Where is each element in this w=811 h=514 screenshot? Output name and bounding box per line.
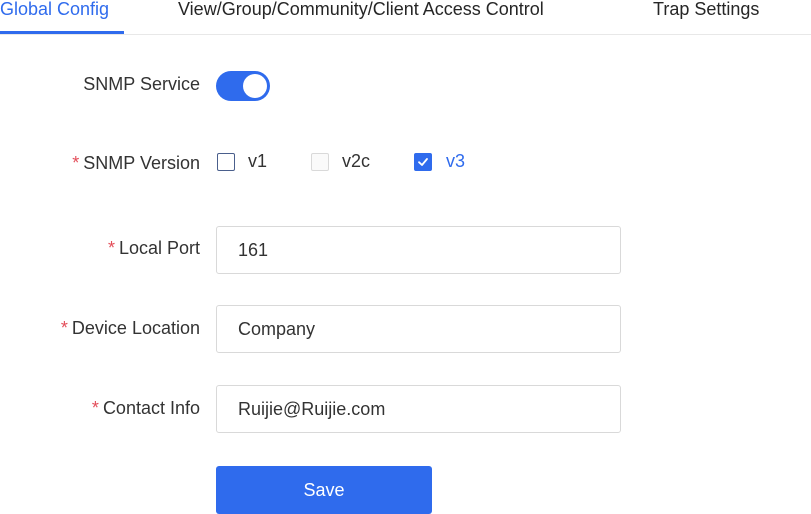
device-location-label: * Device Location (60, 318, 200, 338)
local-port-label: * Local Port (107, 238, 200, 258)
checkbox-v1[interactable] (217, 153, 235, 171)
snmp-service-toggle[interactable] (216, 71, 270, 101)
snmp-version-label: * SNMP Version (72, 153, 200, 173)
tab-bar: Global Config View/Group/Community/Clien… (0, 0, 811, 35)
required-mark: * (107, 238, 115, 258)
active-tab-indicator (0, 31, 124, 34)
checkbox-v2c[interactable] (311, 153, 329, 171)
snmp-service-label: SNMP Service (83, 74, 200, 94)
required-mark: * (91, 398, 99, 418)
toggle-knob (243, 74, 267, 98)
contact-info-label: * Contact Info (91, 398, 200, 418)
checkbox-v3-label[interactable]: v3 (446, 151, 465, 172)
required-mark: * (72, 153, 80, 173)
snmp-config-page: Global Config View/Group/Community/Clien… (0, 0, 811, 514)
checkbox-v3[interactable] (414, 153, 432, 171)
device-location-input[interactable] (216, 305, 621, 353)
tab-trap-settings[interactable]: Trap Settings (653, 0, 759, 31)
local-port-input[interactable] (216, 226, 621, 274)
check-icon (418, 158, 428, 166)
required-mark: * (60, 318, 68, 338)
tab-view-group-community-access[interactable]: View/Group/Community/Client Access Contr… (178, 0, 544, 31)
save-button[interactable]: Save (216, 466, 432, 514)
tab-global-config[interactable]: Global Config (0, 0, 109, 31)
checkbox-v1-label[interactable]: v1 (248, 151, 267, 172)
checkbox-v2c-label[interactable]: v2c (342, 151, 370, 172)
contact-info-input[interactable] (216, 385, 621, 433)
